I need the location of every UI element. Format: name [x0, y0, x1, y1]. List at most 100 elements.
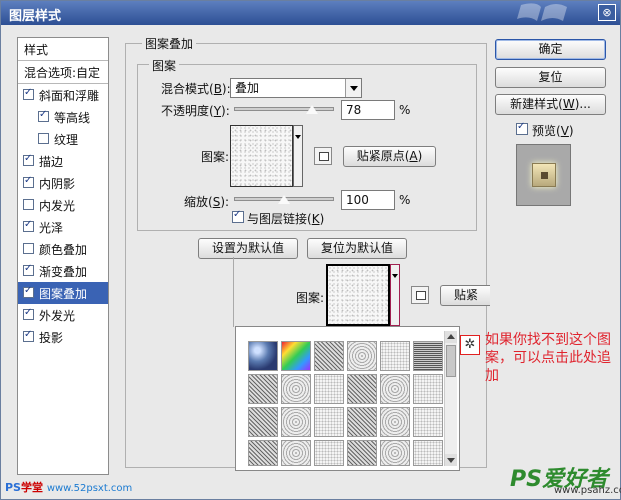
- layer-style-dialog: 图层样式 ⊗ 样式 混合选项:自定 斜面和浮雕等高线纹理描边内阴影内发光光泽颜色…: [0, 0, 621, 500]
- pattern-tile[interactable]: [248, 440, 278, 466]
- scale-input[interactable]: 100: [341, 190, 395, 210]
- style-item-label: 斜面和浮雕: [39, 89, 100, 103]
- style-item-checkbox[interactable]: [23, 329, 34, 342]
- style-item-label: 光泽: [39, 221, 64, 235]
- pattern-tile[interactable]: [314, 440, 344, 466]
- pattern-tile[interactable]: [413, 407, 443, 437]
- link-with-layer-checkbox[interactable]: [232, 209, 244, 223]
- pattern-subgroup-title: 图案: [149, 57, 180, 74]
- pattern-tile[interactable]: [347, 341, 377, 371]
- style-item[interactable]: 纹理: [18, 128, 108, 150]
- style-item[interactable]: 内阴影: [18, 172, 108, 194]
- opacity-slider[interactable]: [234, 107, 334, 111]
- style-item-checkbox[interactable]: [23, 153, 34, 166]
- new-style-button[interactable]: 新建样式(W)...: [495, 94, 606, 115]
- pattern-tile[interactable]: [314, 407, 344, 437]
- opacity-unit: %: [399, 103, 411, 117]
- pattern-overlay-title: 图案叠加: [142, 35, 197, 52]
- style-item[interactable]: 外发光: [18, 304, 108, 326]
- preview-square: [532, 163, 556, 187]
- popup-pattern-dropdown-button[interactable]: [390, 264, 400, 326]
- style-item[interactable]: 光泽: [18, 216, 108, 238]
- opacity-slider-thumb[interactable]: [305, 104, 319, 115]
- ok-button[interactable]: 确定: [495, 39, 606, 60]
- pattern-tile[interactable]: [347, 440, 377, 466]
- pattern-picker-panel: [235, 326, 460, 471]
- style-item-label: 内阴影: [39, 177, 76, 191]
- blend-mode-value: 叠加: [235, 81, 260, 95]
- style-item[interactable]: 颜色叠加: [18, 238, 108, 260]
- pattern-dropdown-button[interactable]: [293, 125, 303, 187]
- style-item[interactable]: 等高线: [18, 106, 108, 128]
- pattern-tile[interactable]: [314, 341, 344, 371]
- pattern-tile[interactable]: [248, 341, 278, 371]
- picker-scrollbar[interactable]: [444, 331, 457, 466]
- style-item-checkbox[interactable]: [23, 285, 34, 298]
- reset-default-button[interactable]: 复位为默认值: [307, 238, 407, 259]
- style-item-checkbox[interactable]: [23, 243, 34, 254]
- style-item[interactable]: 描边: [18, 150, 108, 172]
- pattern-tile[interactable]: [380, 341, 410, 371]
- opacity-input[interactable]: 78: [341, 100, 395, 120]
- style-item[interactable]: 内发光: [18, 194, 108, 216]
- set-default-button[interactable]: 设置为默认值: [198, 238, 298, 259]
- blend-mode-label: 混合模式(B):: [161, 82, 231, 96]
- link-with-layer-label: 与图层链接(K): [247, 212, 325, 226]
- new-preset-icon[interactable]: [314, 147, 332, 165]
- close-button[interactable]: ⊗: [598, 4, 616, 21]
- pattern-tile[interactable]: [413, 374, 443, 404]
- preview-checkbox[interactable]: [516, 121, 528, 135]
- scale-unit: %: [399, 193, 411, 207]
- style-item-label: 图案叠加: [39, 287, 88, 301]
- reset-button[interactable]: 复位: [495, 67, 606, 88]
- style-item[interactable]: 投影: [18, 326, 108, 348]
- chevron-down-icon: [345, 79, 361, 97]
- pattern-tile[interactable]: [248, 374, 278, 404]
- pattern-tile[interactable]: [281, 341, 311, 371]
- style-item[interactable]: 渐变叠加: [18, 260, 108, 282]
- pattern-tile[interactable]: [248, 407, 278, 437]
- pattern-tile[interactable]: [413, 341, 443, 371]
- style-item[interactable]: 斜面和浮雕: [18, 84, 108, 106]
- pattern-grid: [248, 341, 446, 466]
- style-item-checkbox[interactable]: [23, 87, 34, 100]
- blend-options-item[interactable]: 混合选项:自定: [18, 61, 108, 83]
- pattern-tile[interactable]: [380, 374, 410, 404]
- style-list: 样式 混合选项:自定 斜面和浮雕等高线纹理描边内阴影内发光光泽颜色叠加渐变叠加图…: [17, 37, 109, 475]
- popup-pattern-swatch[interactable]: [326, 264, 390, 326]
- pattern-tile[interactable]: [281, 440, 311, 466]
- pattern-tile[interactable]: [413, 440, 443, 466]
- scroll-handle[interactable]: [446, 345, 456, 377]
- snap-to-origin-button[interactable]: 贴紧原点(A): [343, 146, 436, 167]
- pattern-tile[interactable]: [347, 407, 377, 437]
- title-bar: 图层样式 ⊗: [1, 1, 620, 25]
- annotation-text: 如果你找不到这个图案，可以点击此处追加: [485, 332, 611, 384]
- style-item-label: 颜色叠加: [39, 243, 88, 257]
- scroll-down-icon[interactable]: [445, 454, 457, 466]
- scroll-up-icon[interactable]: [445, 331, 457, 343]
- scale-slider-thumb[interactable]: [277, 194, 291, 205]
- style-item[interactable]: 图案叠加: [18, 282, 108, 304]
- style-item-checkbox[interactable]: [38, 133, 49, 144]
- style-item-label: 投影: [39, 331, 64, 345]
- pattern-swatch[interactable]: [230, 125, 293, 187]
- gear-icon[interactable]: ✲: [460, 335, 480, 355]
- pattern-tile[interactable]: [380, 440, 410, 466]
- style-item-checkbox[interactable]: [23, 263, 34, 276]
- style-item-checkbox[interactable]: [23, 307, 34, 320]
- style-item-checkbox[interactable]: [38, 109, 49, 122]
- pattern-tile[interactable]: [314, 374, 344, 404]
- style-item-checkbox[interactable]: [23, 199, 34, 210]
- pattern-tile[interactable]: [281, 407, 311, 437]
- popup-connector: [233, 257, 234, 327]
- popup-new-preset-icon[interactable]: [411, 286, 429, 304]
- style-list-header[interactable]: 样式: [18, 38, 108, 60]
- pattern-tile[interactable]: [380, 407, 410, 437]
- style-item-checkbox[interactable]: [23, 175, 34, 188]
- pattern-tile[interactable]: [281, 374, 311, 404]
- popup-pattern-label: 图案:: [296, 291, 325, 305]
- blend-mode-select[interactable]: 叠加: [230, 78, 362, 98]
- style-item-checkbox[interactable]: [23, 219, 34, 232]
- pattern-tile[interactable]: [347, 374, 377, 404]
- popup-snap-button[interactable]: 贴紧: [440, 285, 490, 306]
